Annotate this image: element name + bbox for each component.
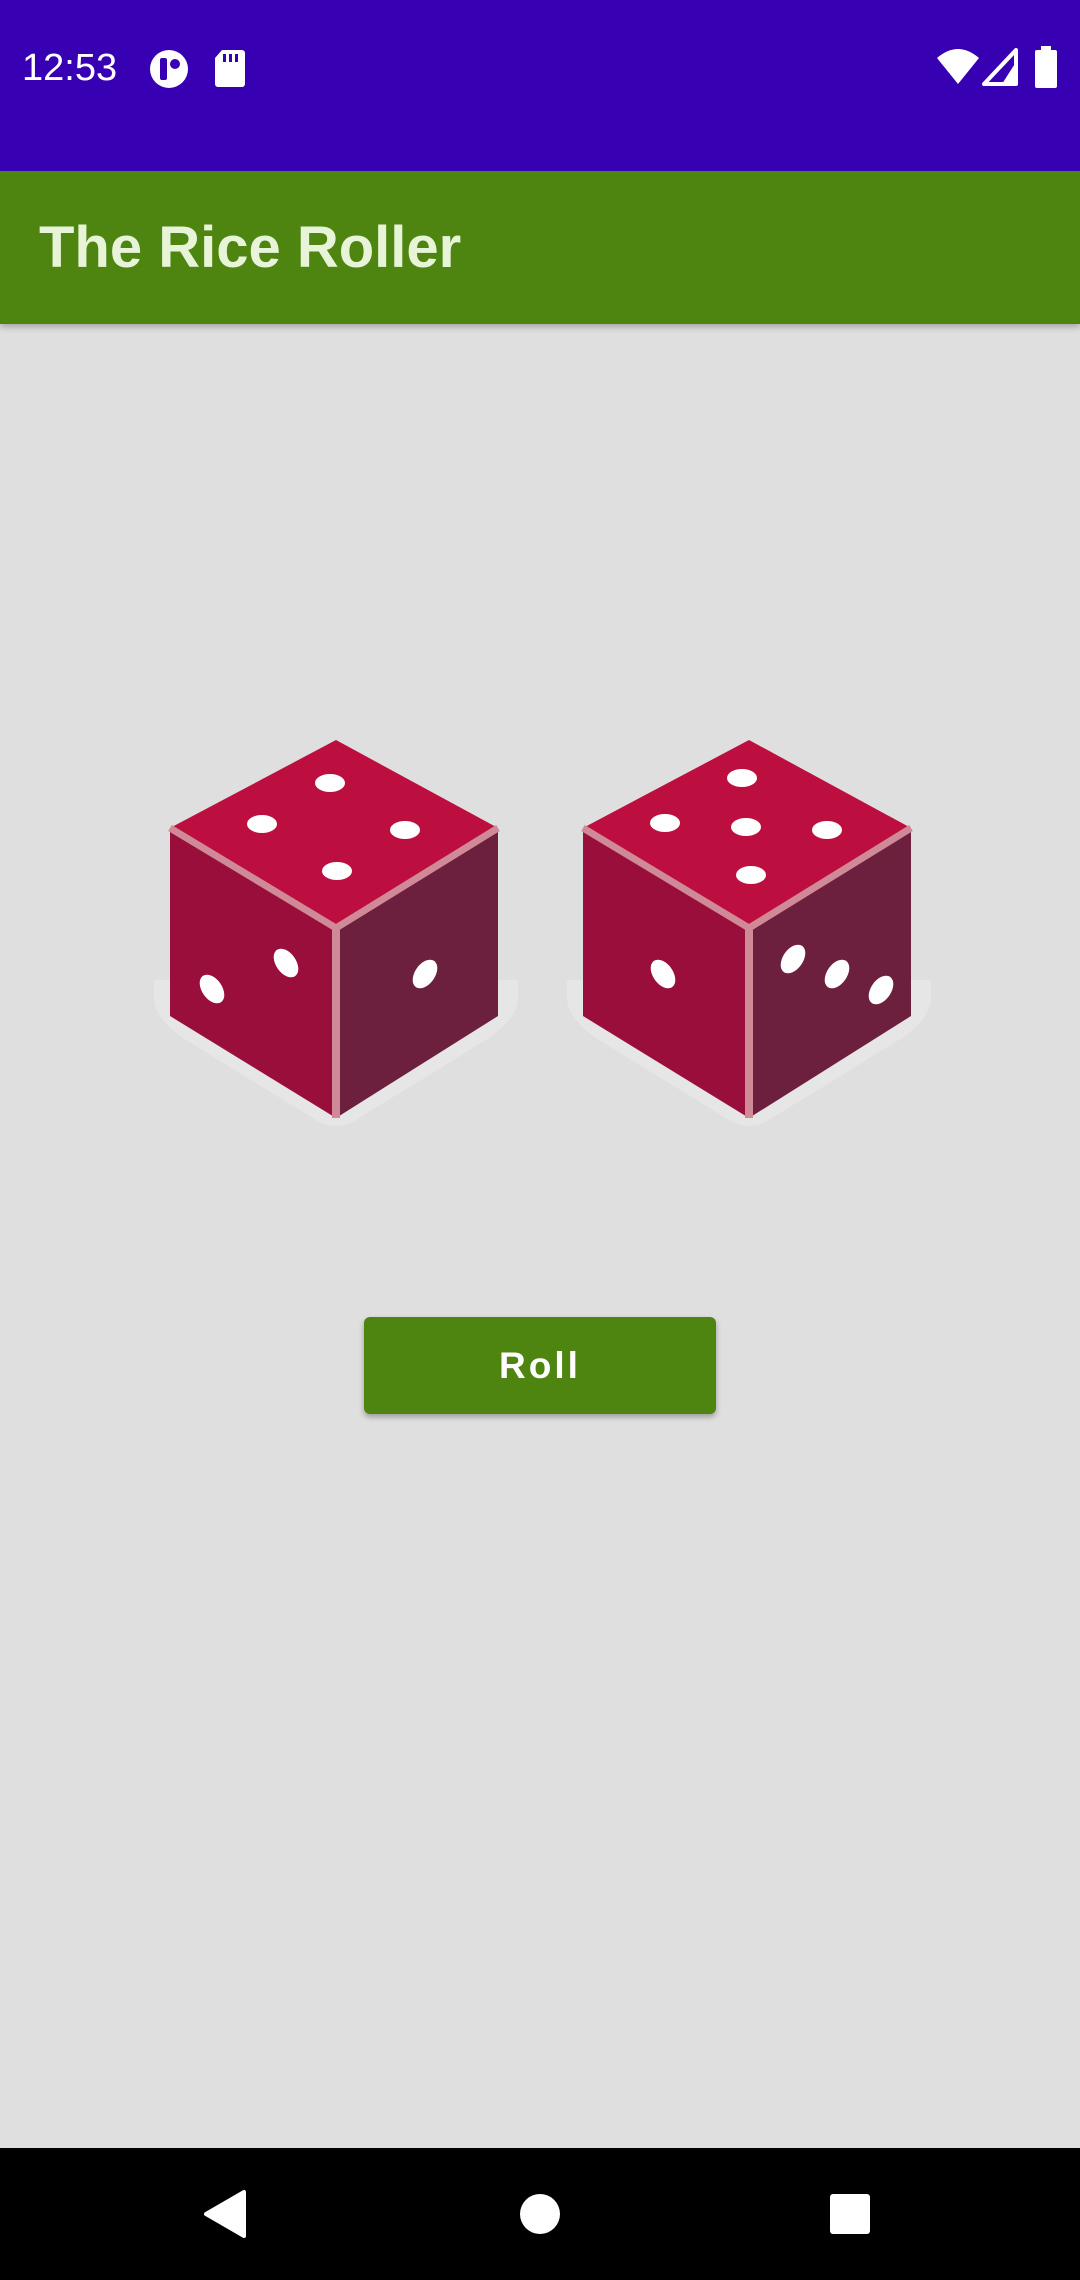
die-2 [559,720,939,1160]
home-icon[interactable] [510,2184,570,2244]
app-notification-icon [148,48,190,95]
app-title: The Rice Roller [39,215,462,280]
app-bar: The Rice Roller [0,171,1080,324]
back-icon[interactable] [196,2184,256,2244]
recents-icon[interactable] [820,2184,880,2244]
dice-area [0,720,1080,1160]
battery-icon [1034,46,1058,93]
status-bar: 12:53 [0,0,1080,171]
wifi-icon [936,48,980,91]
die-1 [146,720,526,1160]
status-time: 12:53 [22,47,118,89]
roll-button[interactable]: Roll [364,1317,716,1414]
screen: 12:53 The Rice Roller Roll [0,0,1080,2280]
navigation-bar [0,2148,1080,2280]
cell-signal-icon [982,48,1018,91]
sd-card-icon [214,48,246,93]
